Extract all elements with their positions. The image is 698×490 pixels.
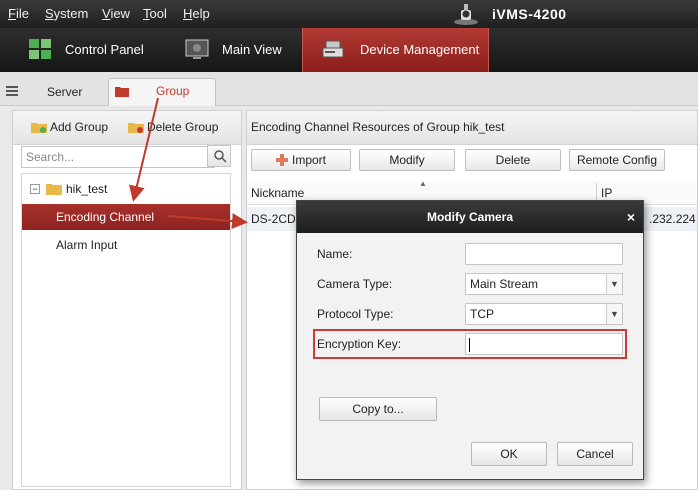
- tab-device-management[interactable]: Device Management: [302, 28, 489, 72]
- tree-item-encoding-channel[interactable]: Encoding Channel: [22, 204, 230, 230]
- search-button[interactable]: [207, 145, 231, 167]
- device-icon: [322, 40, 344, 58]
- remote-config-button[interactable]: Remote Config: [569, 149, 665, 171]
- tab-group[interactable]: Group: [108, 78, 216, 106]
- tree-item-alarm-input[interactable]: Alarm Input: [56, 238, 117, 252]
- camera-logo-icon: [454, 4, 478, 25]
- panel-title: Encoding Channel Resources of Group hik_…: [247, 111, 697, 145]
- cell-ip: .232.224: [649, 212, 696, 226]
- name-label: Name:: [317, 247, 353, 261]
- tab-control-panel[interactable]: Control Panel: [28, 28, 168, 72]
- modify-button[interactable]: Modify: [359, 149, 455, 171]
- group-toolbar: Add Group Delete Group: [13, 111, 241, 145]
- chevron-down-icon[interactable]: ▼: [606, 274, 622, 294]
- menu-view[interactable]: View: [102, 6, 130, 21]
- column-nickname[interactable]: Nickname: [251, 186, 304, 200]
- text-caret: [469, 338, 470, 352]
- ok-button[interactable]: OK: [471, 442, 547, 466]
- collapse-icon[interactable]: −: [30, 184, 40, 194]
- folder-icon: [46, 184, 62, 195]
- protocol-type-label: Protocol Type:: [317, 307, 394, 321]
- tab-main-view[interactable]: Main View: [185, 28, 295, 72]
- delete-group-button[interactable]: Delete Group: [128, 120, 218, 134]
- search-input[interactable]: Search...: [21, 146, 215, 168]
- grid-icon: [29, 39, 51, 59]
- menu-file[interactable]: File: [8, 6, 29, 21]
- sort-icon: ▲: [419, 179, 427, 188]
- add-group-button[interactable]: Add Group: [31, 120, 108, 134]
- chevron-down-icon[interactable]: ▼: [606, 304, 622, 324]
- group-panel: Add Group Delete Group Search... − hik_t…: [12, 110, 242, 490]
- menu-tool[interactable]: Tool: [143, 6, 167, 21]
- copy-to-button[interactable]: Copy to...: [319, 397, 437, 421]
- top-tab-bar: Control Panel Main View Device Managemen…: [0, 28, 698, 72]
- folder-delete-icon: [128, 123, 144, 133]
- plus-icon: [275, 154, 288, 166]
- menu-bar: File System View Tool Help iVMS-4200: [0, 0, 698, 28]
- menu-system[interactable]: System: [45, 6, 88, 21]
- action-toolbar: Import Modify Delete Remote Config: [251, 149, 691, 175]
- app-title: iVMS-4200: [492, 6, 567, 22]
- monitor-icon: [185, 39, 209, 59]
- dialog-title: Modify Camera: [426, 210, 514, 224]
- group-tree: − hik_test Encoding Channel Alarm Input: [21, 173, 231, 487]
- menu-help[interactable]: Help: [183, 6, 210, 21]
- camera-type-select[interactable]: Main Stream ▼: [465, 273, 623, 295]
- import-button[interactable]: Import: [251, 149, 351, 171]
- folder-add-icon: [31, 123, 47, 133]
- column-ip[interactable]: IP: [601, 186, 612, 200]
- list-icon: [6, 86, 18, 96]
- name-field[interactable]: [465, 243, 623, 265]
- sub-tab-bar: Server Group: [0, 72, 698, 106]
- camera-type-label: Camera Type:: [317, 277, 393, 291]
- encryption-key-label: Encryption Key:: [317, 337, 402, 351]
- dialog-title-bar: Modify Camera ×: [297, 201, 643, 233]
- delete-button[interactable]: Delete: [465, 149, 561, 171]
- cell-nickname: DS-2CD: [251, 212, 296, 226]
- close-icon[interactable]: ×: [627, 201, 635, 233]
- encryption-key-field[interactable]: [465, 333, 623, 355]
- cancel-button[interactable]: Cancel: [557, 442, 633, 466]
- search-icon: [214, 150, 227, 163]
- folder-icon: [115, 87, 129, 97]
- modify-camera-dialog: Modify Camera × Name: Camera Type: Main …: [296, 200, 644, 480]
- protocol-type-select[interactable]: TCP ▼: [465, 303, 623, 325]
